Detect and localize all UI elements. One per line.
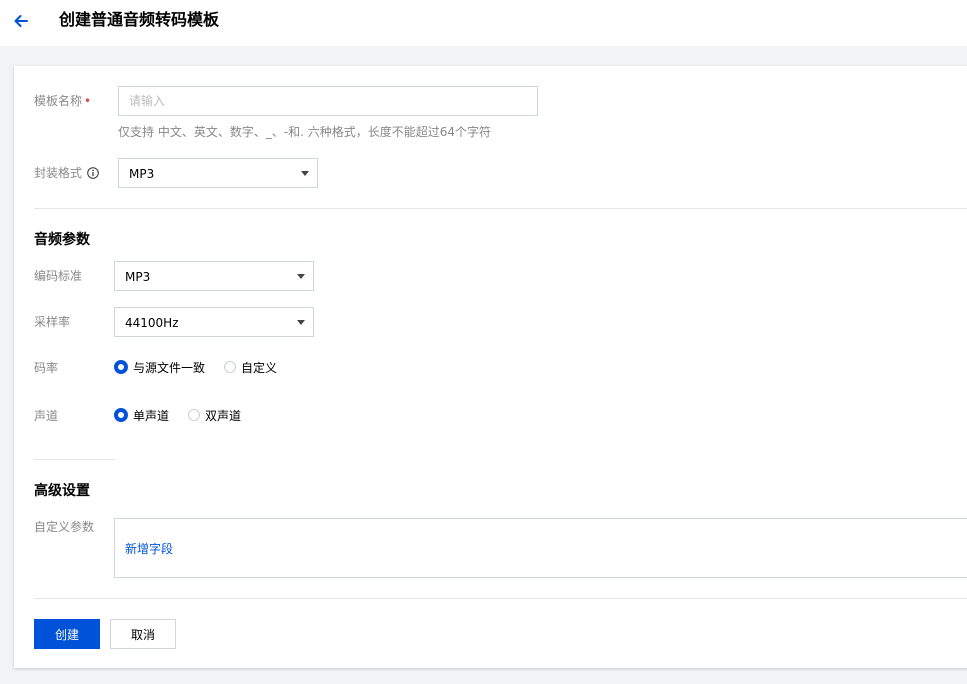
codec-select[interactable]: MP3 [114,261,314,291]
custom-params-label: 自定义参数 [34,520,95,534]
chevron-down-icon [297,274,305,279]
bitrate-option-custom[interactable]: 自定义 [224,358,277,376]
container-format-label-text: 封装格式 [34,166,83,180]
codec-label: 编码标准 [34,269,83,283]
channel-option-stereo-label: 双声道 [205,408,242,423]
channel-option-mono-label: 单声道 [133,408,170,423]
channel-label: 声道 [34,409,59,423]
template-name-label-text: 模板名称 [34,94,83,108]
custom-params-box: 新增字段 [114,518,967,578]
cancel-button[interactable]: 取消 [110,619,176,649]
chevron-down-icon [301,171,309,176]
radio-unchecked-icon [188,409,200,421]
bitrate-option-custom-label: 自定义 [241,360,278,375]
bitrate-label: 码率 [34,361,59,375]
sample-rate-select[interactable]: 44100Hz [114,307,314,337]
info-icon[interactable] [87,167,99,179]
section-divider [34,208,967,209]
short-divider [34,459,115,460]
channel-option-mono[interactable]: 单声道 [114,406,169,424]
radio-unchecked-icon [224,361,236,373]
bitrate-option-source-label: 与源文件一致 [133,360,206,375]
template-name-input[interactable] [118,86,538,116]
sample-rate-value: 44100Hz [125,316,179,330]
back-arrow-icon[interactable] [11,11,31,31]
radio-checked-icon [114,360,128,374]
form-panel: 模板名称• 仅支持 中文、英文、数字、_、-和. 六种格式，长度不能超过64个字… [14,66,967,668]
container-format-select[interactable]: MP3 [118,158,318,188]
template-name-label: 模板名称 • [34,93,91,109]
container-format-label: 封装格式 [34,165,99,181]
template-name-hint: 仅支持 中文、英文、数字、_、-和. 六种格式，长度不能超过64个字符 [118,125,492,139]
radio-checked-icon [114,408,128,422]
create-button[interactable]: 创建 [34,619,100,649]
advanced-settings-title: 高级设置 [34,483,90,499]
chevron-down-icon [297,320,305,325]
bitrate-option-source[interactable]: 与源文件一致 [114,358,205,376]
codec-value: MP3 [125,270,151,284]
channel-option-stereo[interactable]: 双声道 [188,406,241,424]
required-mark: • [84,94,92,108]
container-format-value: MP3 [129,167,155,181]
page-title: 创建普通音频转码模板 [59,10,220,29]
audio-params-title: 音频参数 [34,232,90,248]
footer-divider [34,598,967,599]
sample-rate-label: 采样率 [34,315,71,329]
top-bar: 创建普通音频转码模板 [0,0,967,46]
add-field-link[interactable]: 新增字段 [125,540,173,557]
